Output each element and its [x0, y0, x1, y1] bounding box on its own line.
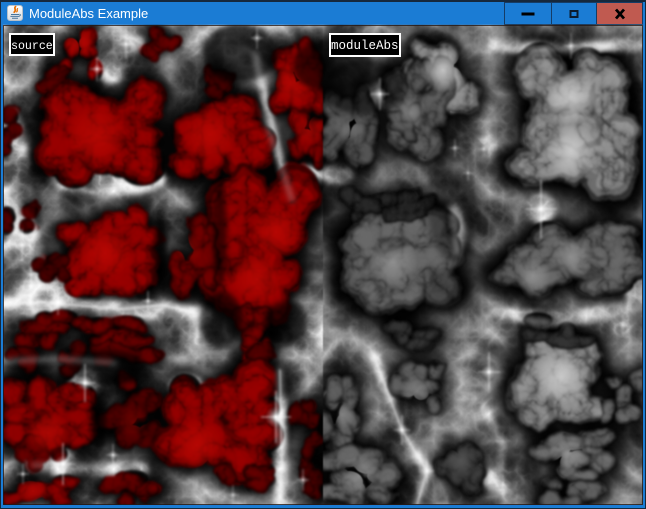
svg-text:moduleAbs: moduleAbs: [331, 39, 399, 53]
svg-text:source: source: [11, 40, 53, 53]
